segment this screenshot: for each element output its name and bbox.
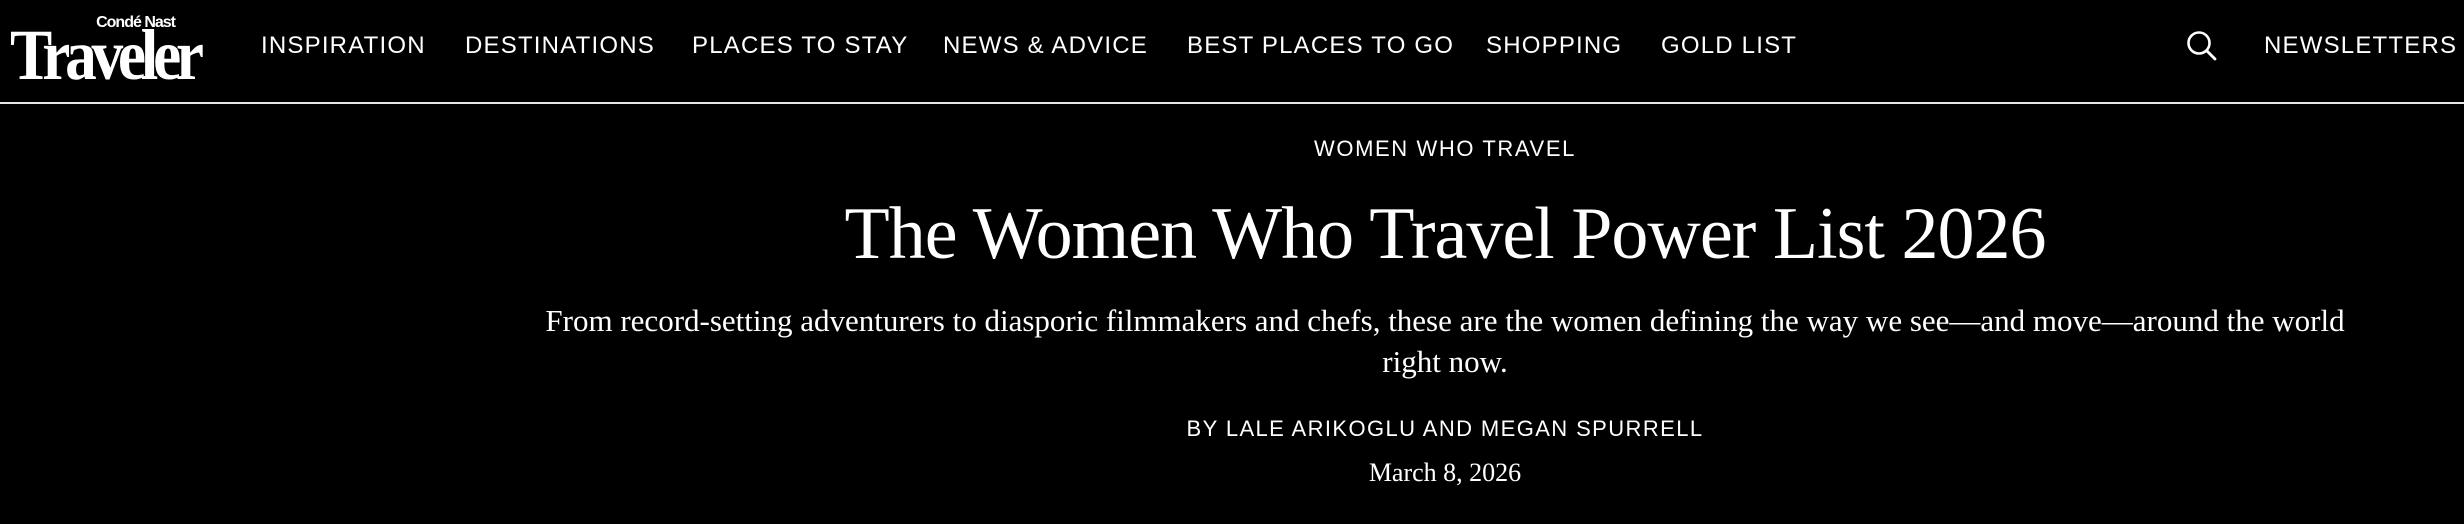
search-icon[interactable] [2184,28,2220,64]
article-dek: From record-setting adventurers to diasp… [545,303,2345,379]
nav-item-shopping[interactable]: SHOPPING [1486,31,1622,61]
site-logo[interactable]: Condé Nast Traveler [10,14,204,91]
nav-item-places-to-stay[interactable]: PLACES TO STAY [692,31,908,61]
byline-joiner: AND [1422,416,1474,441]
top-navigation: Condé Nast Traveler INSPIRATION DESTINAT… [0,0,2464,104]
article-rubric[interactable]: WOMEN WHO TRAVEL [0,134,2464,164]
nav-item-best-places-to-go[interactable]: BEST PLACES TO GO [1187,31,1454,61]
article-byline: BY LALE ARIKOGLU AND MEGAN SPURRELL [0,414,2464,444]
nav-item-gold-list[interactable]: GOLD LIST [1661,31,1797,61]
byline-author-1[interactable]: LALE ARIKOGLU [1226,416,1417,441]
nav-item-destinations[interactable]: DESTINATIONS [465,31,655,61]
article-headline: The Women Who Travel Power List 2026 [844,193,2047,275]
article-header: WOMEN WHO TRAVEL The Women Who Travel Po… [0,104,2464,524]
byline-author-2[interactable]: MEGAN SPURRELL [1481,416,1704,441]
nav-item-inspiration[interactable]: INSPIRATION [261,31,426,61]
search-icon-graphic [2187,31,2217,61]
newsletters-link[interactable]: NEWSLETTERS [2264,31,2457,61]
logo-wordmark: Traveler [10,15,204,95]
byline-prefix: BY [1186,416,1219,441]
nav-item-news-advice[interactable]: NEWS & ADVICE [943,31,1148,61]
publish-date: March 8, 2026 [1368,458,1522,487]
